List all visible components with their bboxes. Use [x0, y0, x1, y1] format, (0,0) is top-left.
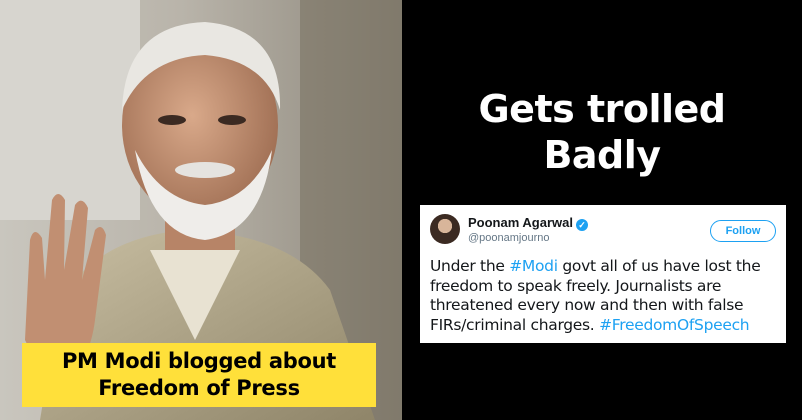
tweet-text: Under the #Modi govt all of us have lost…: [430, 257, 782, 335]
follow-button[interactable]: Follow: [710, 220, 776, 242]
hashtag-link-modi[interactable]: #Modi: [509, 257, 558, 275]
tweet-author-name[interactable]: Poonam Agarwal ✓: [468, 215, 588, 231]
verified-icon: ✓: [575, 219, 588, 231]
author-name-text: Poonam Agarwal: [468, 215, 573, 230]
caption-line-1: PM Modi blogged about: [61, 349, 337, 373]
tweet-line: FIRs/criminal charges. #FreedomOfSpeech: [430, 316, 782, 336]
headline-line-2: Badly: [543, 133, 661, 177]
tweet-text-segment: Under the: [430, 257, 510, 275]
caption-line-2: Freedom of Press: [98, 376, 300, 400]
photo-panel: PM Modi blogged about Freedom of Press: [0, 0, 402, 420]
hashtag-link-freedomofspeech[interactable]: #FreedomOfSpeech: [599, 316, 750, 334]
avatar[interactable]: [430, 214, 460, 244]
tweet-text-segment: govt all of us have lost the: [557, 257, 761, 275]
right-panel: Gets trolled Badly Poonam Agarwal ✓ @poon…: [402, 0, 802, 420]
tweet-text-segment: threatened every now and then with false: [430, 296, 744, 314]
tweet-line: Under the #Modi govt all of us have lost…: [430, 257, 782, 277]
tweet-text-segment: FIRs/criminal charges.: [430, 315, 600, 334]
tweet-card: Poonam Agarwal ✓ @poonamjourno Follow Und…: [420, 205, 786, 343]
tweet-line: freedom to speak freely. Journalists are: [430, 277, 782, 297]
headline-line-1: Gets trolled: [478, 87, 726, 131]
headline: Gets trolled Badly: [402, 86, 802, 178]
tweet-line: threatened every now and then with false: [430, 296, 782, 316]
tweet-author-handle[interactable]: @poonamjourno: [468, 232, 550, 244]
tweet-text-segment: freedom to speak freely. Journalists are: [430, 276, 722, 295]
caption-box: PM Modi blogged about Freedom of Press: [22, 343, 376, 407]
